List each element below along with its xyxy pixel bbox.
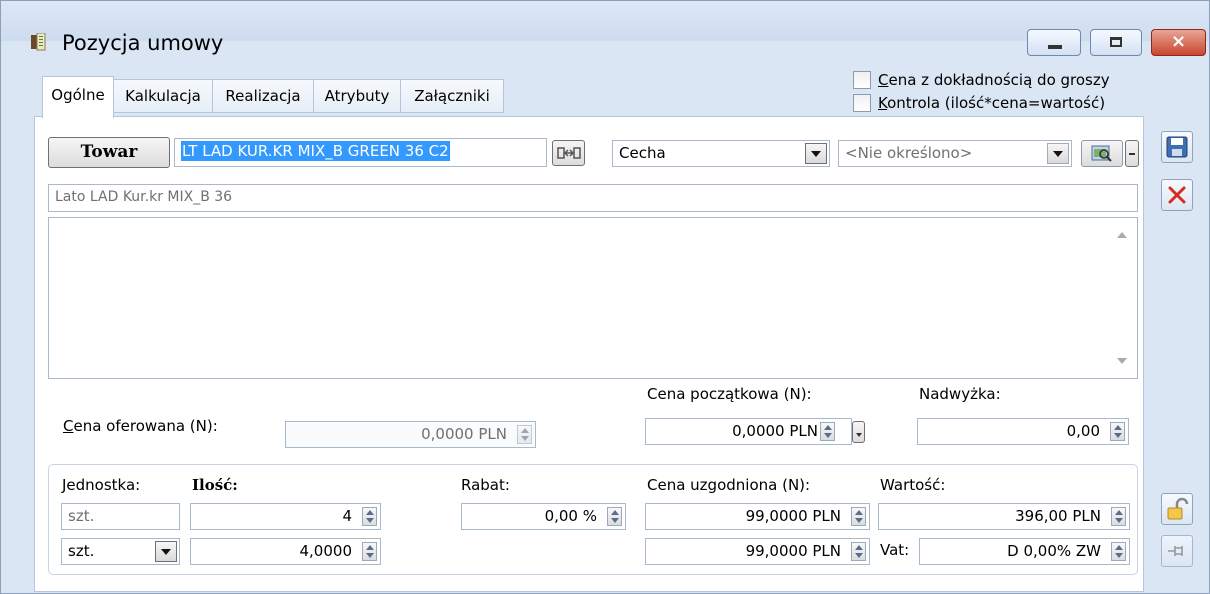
spinner-icon[interactable] [1110, 422, 1125, 441]
search-button[interactable] [1081, 140, 1123, 167]
window-title: Pozycja umowy [62, 31, 224, 55]
link-icon [556, 147, 581, 159]
jednostka-select-value: szt. [68, 542, 95, 560]
save-button[interactable] [1161, 131, 1193, 163]
scroll-up-icon[interactable] [1117, 232, 1127, 238]
cena-groszy-checkbox[interactable] [853, 71, 871, 89]
jednostka-display: szt. [61, 503, 180, 530]
cena-poczatkowa-field[interactable]: 0,0000 PLN [645, 418, 852, 445]
close-icon: × [1170, 31, 1187, 52]
cena-groszy-option[interactable]: Cena z dokładnością do groszy [853, 71, 1110, 89]
save-icon [1166, 136, 1188, 158]
spinner-icon[interactable] [851, 507, 866, 526]
minus-icon [1129, 153, 1135, 155]
search-icon [1091, 145, 1112, 162]
chevron-down-icon[interactable] [1047, 143, 1069, 164]
product-code-text: LT LAD KUR.KR MIX_B GREEN 36 C2 [181, 141, 450, 161]
towar-button-label: Towar [80, 142, 138, 162]
pin-icon [1168, 546, 1183, 556]
ilosc-label: Ilość: [192, 476, 238, 494]
scroll-down-icon[interactable] [1117, 358, 1127, 364]
wartosc-label: Wartość: [880, 476, 946, 494]
cena-poczatkowa-label: Cena początkowa (N): [647, 385, 812, 403]
chevron-down-icon[interactable] [155, 541, 177, 562]
maximize-icon [1110, 37, 1122, 47]
lock-button[interactable] [1161, 493, 1193, 525]
cena-uzgodniona-value: 99,0000 PLN [745, 507, 841, 525]
cena-uzgodniona-value-2: 99,0000 PLN [745, 542, 841, 560]
spinner-icon[interactable] [1111, 542, 1126, 561]
pin-button[interactable] [1161, 535, 1193, 567]
vat-value: D 0,00% ZW [1007, 542, 1101, 560]
product-code-input[interactable]: LT LAD KUR.KR MIX_B GREEN 36 C2 [174, 138, 547, 167]
kontrola-checkbox[interactable] [853, 94, 871, 112]
rabat-label: Rabat: [461, 476, 510, 494]
kontrola-label: Kontrola (ilość*cena=wartość) [878, 94, 1106, 112]
search-options-button[interactable] [1125, 140, 1139, 167]
cecha-select-value: Cecha [619, 144, 666, 162]
cena-uzgodniona-field-2[interactable]: 99,0000 PLN [645, 538, 870, 565]
vat-label: Vat: [880, 541, 910, 559]
feature-value-text: <Nie określono> [845, 144, 973, 162]
tab-kalkulacja[interactable]: Kalkulacja [113, 79, 213, 113]
spinner-icon[interactable] [607, 507, 622, 526]
jednostka-select[interactable]: szt. [61, 538, 180, 565]
cena-uzgodniona-label: Cena uzgodniona (N): [647, 476, 811, 494]
rabat-value: 0,00 % [544, 507, 597, 525]
spinner-icon [517, 425, 532, 444]
ilosc-field-2[interactable]: 4,0000 [190, 538, 381, 565]
jednostka-label: Jednostka: [62, 476, 141, 494]
wartosc-value: 396,00 PLN [1015, 507, 1101, 525]
towar-button[interactable]: Towar [48, 137, 170, 168]
wartosc-field[interactable]: 396,00 PLN [878, 503, 1130, 530]
feature-value-select[interactable]: <Nie określono> [838, 140, 1072, 167]
cena-groszy-label: Cena z dokładnością do groszy [878, 71, 1110, 89]
cena-oferowana-label: Cena oferowana (N): [63, 417, 218, 435]
spinner-icon[interactable] [362, 542, 377, 561]
nadwyzka-field[interactable]: 0,00 [917, 418, 1129, 445]
spinner-icon[interactable] [1111, 507, 1126, 526]
nadwyzka-value: 0,00 [1066, 422, 1100, 440]
kontrola-option[interactable]: Kontrola (ilość*cena=wartość) [853, 94, 1105, 112]
rabat-field[interactable]: 0,00 % [461, 503, 626, 530]
product-name-field[interactable]: Lato LAD Kur.kr MIX_B 36 [48, 184, 1138, 212]
nadwyzka-label: Nadwyżka: [919, 385, 1001, 403]
scrollbar[interactable] [1111, 222, 1133, 374]
close-button[interactable]: × [1151, 29, 1206, 56]
ilosc-value: 4 [342, 507, 352, 525]
cena-oferowana-field: 0,0000 PLN [285, 421, 536, 448]
vat-field[interactable]: D 0,00% ZW [919, 538, 1130, 565]
link-button[interactable] [552, 140, 585, 166]
spinner-icon[interactable] [820, 422, 835, 441]
spinner-icon[interactable] [851, 542, 866, 561]
chevron-down-icon [856, 433, 862, 437]
chevron-down-icon[interactable] [805, 143, 827, 164]
app-icon [31, 33, 46, 51]
description-textarea[interactable] [48, 217, 1138, 379]
minimize-button[interactable] [1027, 29, 1081, 56]
minimize-icon [1048, 45, 1062, 49]
cena-poczatkowa-value: 0,0000 PLN [732, 422, 818, 440]
spinner-icon[interactable] [362, 507, 377, 526]
delete-button[interactable] [1161, 179, 1193, 211]
delete-icon [1168, 186, 1186, 204]
ilosc-field[interactable]: 4 [190, 503, 381, 530]
window: Pozycja umowy × Ogólne Kalkulacja Realiz… [0, 0, 1210, 594]
cena-uzgodniona-field[interactable]: 99,0000 PLN [645, 503, 870, 530]
tab-realizacja[interactable]: Realizacja [212, 79, 314, 113]
tab-atrybuty[interactable]: Atrybuty [313, 79, 401, 113]
cena-poczatkowa-menu-button[interactable] [852, 421, 865, 443]
ilosc-value-2: 4,0000 [299, 542, 353, 560]
lock-icon [1167, 497, 1189, 520]
tab-zalaczniki[interactable]: Załączniki [400, 79, 504, 113]
tab-ogolne[interactable]: Ogólne [42, 76, 114, 118]
cena-oferowana-value: 0,0000 PLN [421, 425, 507, 443]
maximize-button[interactable] [1090, 29, 1142, 56]
cecha-select[interactable]: Cecha [612, 140, 830, 167]
